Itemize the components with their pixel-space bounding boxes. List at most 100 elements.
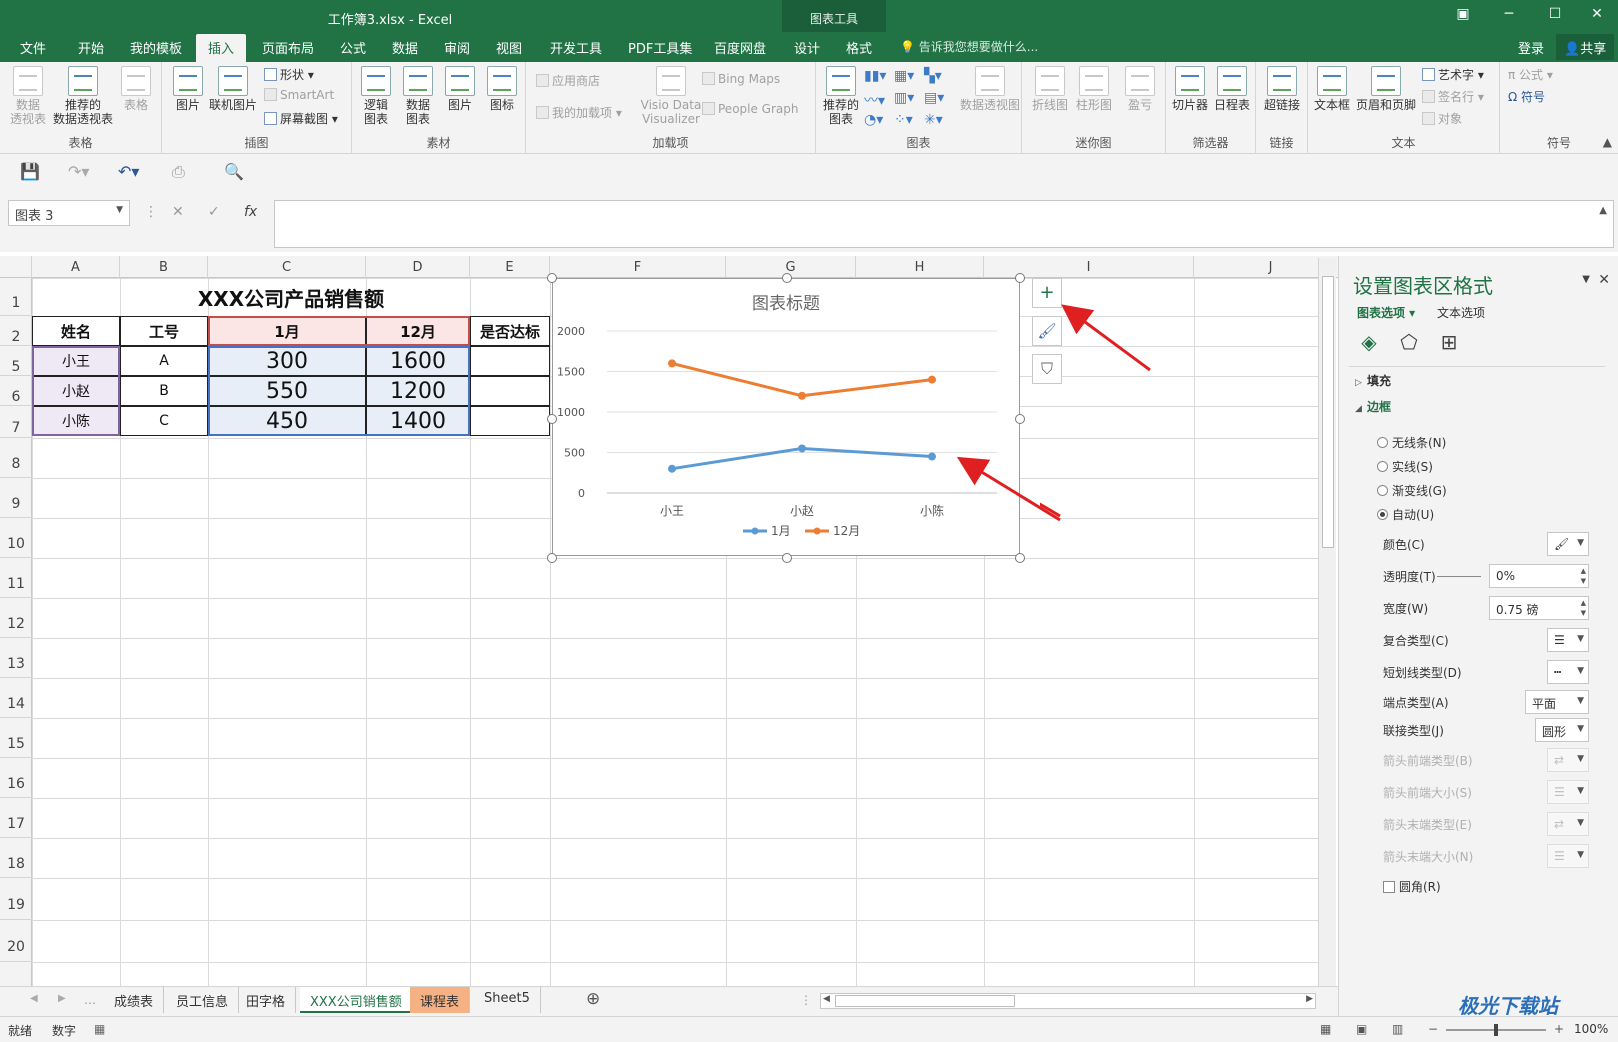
chevron-down-icon[interactable]: ▼ [1577, 666, 1584, 676]
radio-button[interactable] [1377, 509, 1388, 520]
row-header[interactable]: 13 [0, 638, 32, 678]
tab-data[interactable]: 数据 [392, 38, 418, 57]
preview-icon[interactable]: 🔍 [224, 162, 244, 181]
row-header[interactable]: 9 [0, 478, 32, 518]
table-cell[interactable]: C [120, 406, 208, 436]
visio-visualizer-button[interactable]: Visio Data Visualizer [636, 66, 706, 126]
resize-handle[interactable] [1015, 414, 1025, 424]
chevron-down-icon[interactable]: ▼ [1577, 696, 1584, 706]
tab-view[interactable]: 视图 [496, 38, 522, 57]
tell-me-search[interactable]: 💡 告诉我您想要做什么... [900, 38, 1038, 55]
redo-icon[interactable]: ↷▾ [68, 162, 89, 181]
radio-button[interactable] [1377, 437, 1388, 448]
ribbon-display-icon[interactable]: ▣ [1440, 6, 1486, 22]
pie-chart-icon[interactable]: ◔▾ [864, 112, 888, 130]
tab-my-templates[interactable]: 我的模板 [130, 38, 182, 57]
timeline-button[interactable]: 日程表 [1212, 66, 1252, 112]
picture-button[interactable]: 图片 [170, 66, 206, 112]
sheet-tab[interactable]: Sheet5 [474, 987, 541, 1013]
row-header[interactable]: 1 [0, 278, 32, 316]
table-header-cell[interactable]: 是否达标 [470, 316, 550, 346]
tab-formulas[interactable]: 公式 [340, 38, 366, 57]
data-chart-button[interactable]: 数据 图表 [400, 66, 436, 126]
section-border[interactable]: ◢ 边框 [1355, 398, 1391, 415]
symbol-button[interactable]: Ω 符号 [1508, 88, 1545, 105]
formula-input[interactable]: ▲ [274, 200, 1614, 248]
my-addins-button[interactable]: 我的加载项 ▾ [536, 104, 622, 121]
more-sheets-icon[interactable]: … [84, 993, 96, 1007]
normal-view-icon[interactable]: ▦ [1320, 1022, 1331, 1036]
row-header[interactable]: 12 [0, 598, 32, 638]
zoom-slider[interactable] [1446, 1024, 1546, 1036]
sheet-tab[interactable]: 成绩表 [104, 987, 165, 1013]
column-header[interactable]: A [32, 256, 120, 278]
textbox-button[interactable]: 文本框 [1312, 66, 1352, 112]
zoom-out-icon[interactable]: − [1428, 1022, 1438, 1036]
table-cell[interactable]: A [120, 346, 208, 376]
shapes-button[interactable]: 形状 ▾ [264, 66, 314, 83]
logic-chart-button[interactable]: 逻辑 图表 [358, 66, 394, 126]
fill-line-icon[interactable]: ◈ [1355, 330, 1383, 358]
cancel-icon[interactable]: ✕ [172, 204, 184, 220]
hierarchy-chart-icon[interactable]: ▦▾ [894, 68, 918, 86]
tab-page-layout[interactable]: 页面布局 [262, 38, 314, 57]
select-all-corner[interactable] [0, 256, 32, 278]
column-header[interactable]: J [1194, 256, 1338, 278]
icons-button[interactable]: 图标 [484, 66, 520, 112]
row-header[interactable]: 14 [0, 678, 32, 718]
share-button[interactable]: 👤共享 [1556, 34, 1615, 60]
column-header[interactable]: C [208, 256, 366, 278]
table-header-cell[interactable]: 姓名 [32, 316, 120, 346]
combo-chart-icon[interactable]: ▤▾ [924, 90, 948, 108]
horizontal-scroll-thumb[interactable] [835, 995, 1015, 1007]
insert-function-icon[interactable]: fx [244, 204, 257, 220]
save-icon[interactable]: 💾 [20, 162, 40, 181]
online-picture-button[interactable]: 联机图片 [208, 66, 258, 112]
macro-record-icon[interactable]: ▦ [94, 1022, 105, 1036]
radio-line-option[interactable]: 实线(S) [1377, 458, 1433, 475]
close-icon[interactable]: ✕ [1574, 6, 1618, 22]
equation-button[interactable]: π 公式 ▾ [1508, 66, 1553, 83]
resize-handle[interactable] [782, 553, 792, 563]
vertical-scroll-thumb[interactable] [1322, 276, 1334, 548]
prop-input[interactable]: ☰ ▼ [1547, 628, 1589, 652]
minimize-icon[interactable]: ─ [1486, 6, 1532, 22]
screenshot-button[interactable]: 屏幕截图 ▾ [264, 110, 338, 127]
sheet-tab[interactable]: 田字格 [236, 987, 297, 1013]
wordart-button[interactable]: 艺术字 ▾ [1422, 66, 1484, 83]
table-cell[interactable] [470, 376, 550, 406]
chevron-down-icon[interactable]: ▼ [1577, 724, 1584, 734]
resize-handle[interactable] [1015, 553, 1025, 563]
resize-handle[interactable] [1015, 273, 1025, 283]
radio-button[interactable] [1377, 485, 1388, 496]
smartart-button[interactable]: SmartArt [264, 88, 334, 102]
size-properties-icon[interactable]: ⊞ [1435, 330, 1463, 358]
prop-input[interactable]: 🖌 ▼ [1547, 532, 1589, 556]
row-header[interactable]: 6 [0, 376, 32, 406]
bing-maps-button[interactable]: Bing Maps [702, 72, 780, 86]
rounded-corners-checkbox[interactable]: 圆角(R) [1383, 878, 1441, 895]
prev-sheet-icon[interactable]: ◀ [30, 993, 38, 1004]
scroll-left-icon[interactable]: ◀ [823, 994, 830, 1004]
next-sheet-icon[interactable]: ▶ [58, 993, 66, 1004]
recommended-charts-button[interactable]: 推荐的 图表 [820, 66, 862, 126]
chevron-down-icon[interactable]: ▼ [1577, 538, 1584, 548]
scroll-right-icon[interactable]: ▶ [1306, 994, 1313, 1004]
object-button[interactable]: 对象 [1422, 110, 1462, 127]
row-header[interactable]: 17 [0, 798, 32, 838]
column-chart-icon[interactable]: ▮▮▾ [864, 68, 888, 86]
line-chart-icon[interactable]: 〰▾ [864, 90, 888, 109]
sparkline-line-button[interactable]: 折线图 [1030, 66, 1070, 112]
pane-close-icon[interactable]: ✕ [1598, 272, 1610, 288]
tab-format[interactable]: 格式 [846, 38, 872, 57]
page-break-view-icon[interactable]: ▥ [1392, 1022, 1403, 1036]
sparkline-winloss-button[interactable]: 盈亏 [1120, 66, 1160, 112]
column-header[interactable]: B [120, 256, 208, 278]
table-title[interactable]: XXX公司产品销售额 [32, 278, 550, 316]
tab-developer[interactable]: 开发工具 [550, 38, 602, 57]
table-button[interactable]: 表格 [118, 66, 154, 112]
people-graph-button[interactable]: People Graph [702, 102, 799, 116]
chevron-down-icon[interactable]: ▼ [1577, 634, 1584, 644]
statistic-chart-icon[interactable]: ▥▾ [894, 90, 918, 108]
page-layout-view-icon[interactable]: ▣ [1356, 1022, 1367, 1036]
